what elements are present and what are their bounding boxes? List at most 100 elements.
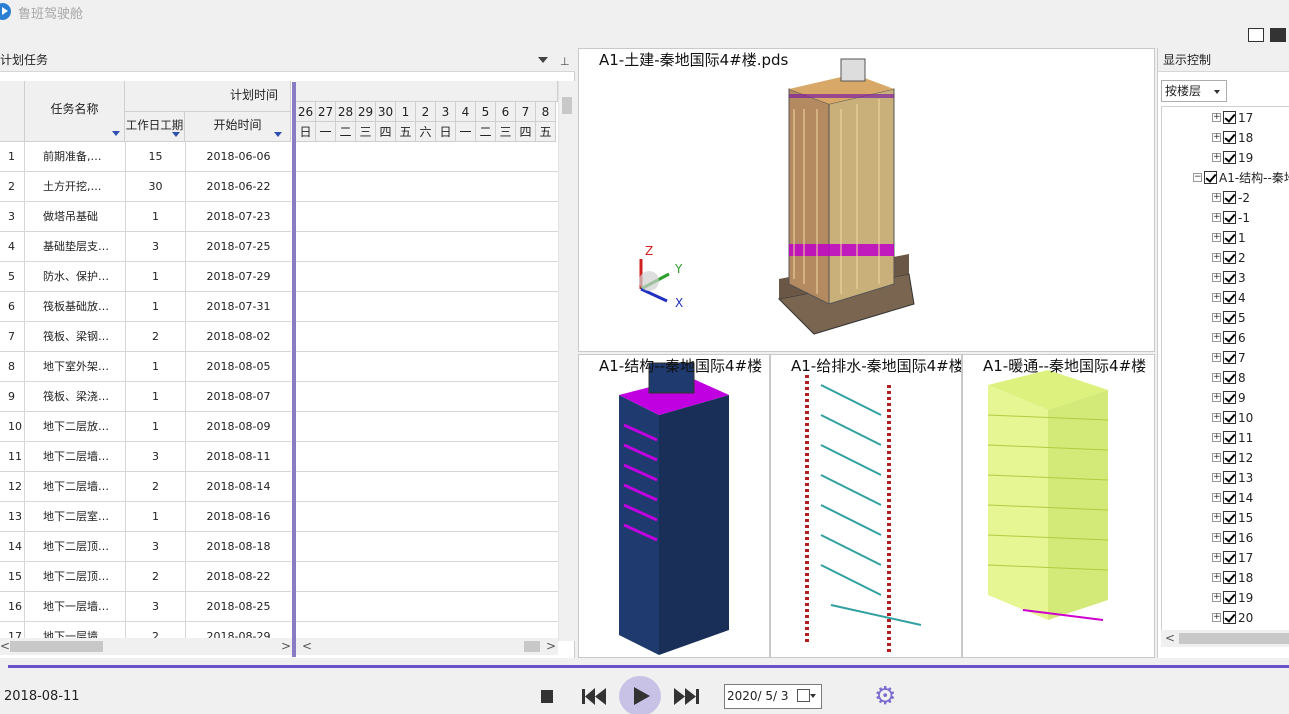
pin-icon[interactable]: ⊥ xyxy=(560,50,570,74)
start-time-header[interactable]: 开始时间 xyxy=(185,112,291,142)
scroll-left-arrow[interactable]: < xyxy=(0,640,10,652)
tree-node[interactable]: +11 xyxy=(1162,428,1289,448)
tree-checkbox[interactable] xyxy=(1223,491,1236,504)
tree-node[interactable]: +3 xyxy=(1162,268,1289,288)
tree-checkbox[interactable] xyxy=(1223,331,1236,344)
tree-checkbox[interactable] xyxy=(1223,131,1236,144)
table-gantt-splitter[interactable] xyxy=(292,82,296,657)
tree-expand-icon[interactable]: + xyxy=(1212,433,1221,442)
tree-node[interactable]: +10 xyxy=(1162,408,1289,428)
tree-expand-icon[interactable]: + xyxy=(1212,333,1221,342)
tree-expand-icon[interactable]: + xyxy=(1212,393,1221,402)
tree-expand-icon[interactable]: + xyxy=(1212,213,1221,222)
filter-dropdown-icon[interactable] xyxy=(112,131,120,136)
scroll-right-arrow[interactable]: > xyxy=(546,640,556,652)
tree-node[interactable]: +4 xyxy=(1162,288,1289,308)
table-row[interactable]: 9 筏板、梁浇… 1 2018-08-07 xyxy=(0,382,291,412)
tree-expand-icon[interactable]: + xyxy=(1212,113,1221,122)
maximize-window-button[interactable] xyxy=(1270,28,1286,42)
table-row[interactable]: 6 筏板基础放… 1 2018-07-31 xyxy=(0,292,291,322)
timeline-progress[interactable] xyxy=(8,665,1289,668)
scroll-left-arrow[interactable]: < xyxy=(302,640,312,652)
scroll-left-arrow[interactable]: < xyxy=(1165,632,1175,644)
tree-expand-icon[interactable]: + xyxy=(1212,513,1221,522)
tree-checkbox[interactable] xyxy=(1223,191,1236,204)
tree-checkbox[interactable] xyxy=(1223,451,1236,464)
tree-checkbox[interactable] xyxy=(1204,171,1217,184)
tree-checkbox[interactable] xyxy=(1223,411,1236,424)
tree-node[interactable]: +19 xyxy=(1162,148,1289,168)
tree-expand-icon[interactable]: + xyxy=(1212,253,1221,262)
tree-expand-icon[interactable]: + xyxy=(1212,533,1221,542)
tree-checkbox[interactable] xyxy=(1223,531,1236,544)
tree-checkbox[interactable] xyxy=(1223,231,1236,244)
table-row[interactable]: 14 地下二层顶… 3 2018-08-18 xyxy=(0,532,291,562)
table-row[interactable]: 12 地下二层墙… 2 2018-08-14 xyxy=(0,472,291,502)
tree-node[interactable]: +19 xyxy=(1162,588,1289,608)
table-row[interactable]: 2 土方开挖,… 30 2018-06-22 xyxy=(0,172,291,202)
tree-horizontal-scrollbar[interactable]: < xyxy=(1161,630,1289,647)
tree-node[interactable]: + -2 xyxy=(1162,188,1289,208)
tree-checkbox[interactable] xyxy=(1223,271,1236,284)
tree-checkbox[interactable] xyxy=(1223,371,1236,384)
filter-dropdown-icon[interactable] xyxy=(274,132,282,137)
gantt-horizontal-scrollbar[interactable]: < > xyxy=(296,638,558,655)
play-button[interactable] xyxy=(619,676,661,714)
tree-checkbox[interactable] xyxy=(1223,251,1236,264)
table-row[interactable]: 11 地下二层墙… 3 2018-08-11 xyxy=(0,442,291,472)
tree-expand-icon[interactable]: + xyxy=(1212,293,1221,302)
tree-expand-icon[interactable]: + xyxy=(1212,613,1221,622)
tree-expand-icon[interactable]: + xyxy=(1212,353,1221,362)
tree-checkbox[interactable] xyxy=(1223,551,1236,564)
tree-expand-icon[interactable]: + xyxy=(1212,373,1221,382)
panel-dropdown-icon[interactable] xyxy=(538,57,548,63)
chevron-down-icon[interactable] xyxy=(810,694,816,698)
tree-node[interactable]: +14 xyxy=(1162,488,1289,508)
table-row[interactable]: 7 筏板、梁钢… 2 2018-08-02 xyxy=(0,322,291,352)
tree-checkbox[interactable] xyxy=(1223,211,1236,224)
vertical-scroll-thumb[interactable] xyxy=(562,97,572,114)
tree-checkbox[interactable] xyxy=(1223,511,1236,524)
tree-node[interactable]: +7 xyxy=(1162,348,1289,368)
table-row[interactable]: 10 地下二层放… 1 2018-08-09 xyxy=(0,412,291,442)
table-row[interactable]: 16 地下一层墙… 3 2018-08-25 xyxy=(0,592,291,622)
tree-checkbox[interactable] xyxy=(1223,351,1236,364)
tree-node[interactable]: − A1-结构--秦地 xyxy=(1162,168,1289,188)
previous-button[interactable] xyxy=(582,688,608,705)
tree-checkbox[interactable] xyxy=(1223,311,1236,324)
tree-checkbox[interactable] xyxy=(1223,591,1236,604)
tree-node[interactable]: +12 xyxy=(1162,448,1289,468)
table-horizontal-scrollbar[interactable]: < > xyxy=(0,638,292,655)
table-row[interactable]: 5 防水、保护… 1 2018-07-29 xyxy=(0,262,291,292)
gantt-scroll-thumb[interactable] xyxy=(524,641,540,652)
tree-node[interactable]: +9 xyxy=(1162,388,1289,408)
tree-node[interactable]: +20 xyxy=(1162,608,1289,628)
tree-checkbox[interactable] xyxy=(1223,151,1236,164)
tree-checkbox[interactable] xyxy=(1223,611,1236,624)
stop-button[interactable] xyxy=(541,690,553,703)
tree-expand-icon[interactable]: + xyxy=(1212,233,1221,242)
tree-expand-icon[interactable]: + xyxy=(1212,573,1221,582)
tree-scroll-thumb[interactable] xyxy=(1179,633,1289,644)
tree-expand-icon[interactable]: − xyxy=(1193,173,1202,182)
tree-node[interactable]: +2 xyxy=(1162,248,1289,268)
tree-node[interactable]: +17 xyxy=(1162,108,1289,128)
tree-node[interactable]: +15 xyxy=(1162,508,1289,528)
table-row[interactable]: 8 地下室外架… 1 2018-08-05 xyxy=(0,352,291,382)
tree-node[interactable]: + -1 xyxy=(1162,208,1289,228)
gear-icon[interactable]: ⚙ xyxy=(874,683,896,709)
viewport-plumbing[interactable]: A1-给排水-秦地国际4#楼 xyxy=(770,354,962,658)
tree-node[interactable]: +18 xyxy=(1162,128,1289,148)
table-row[interactable]: 4 基础垫层支… 3 2018-07-25 xyxy=(0,232,291,262)
tree-node[interactable]: +8 xyxy=(1162,368,1289,388)
vertical-scrollbar[interactable]: ∨ xyxy=(558,81,575,683)
workdays-header[interactable]: 工作日工期 xyxy=(125,112,185,142)
task-name-header[interactable]: 任务名称 xyxy=(25,81,125,142)
tree-expand-icon[interactable]: + xyxy=(1212,153,1221,162)
filter-dropdown-icon[interactable] xyxy=(172,132,180,137)
tree-expand-icon[interactable]: + xyxy=(1212,273,1221,282)
viewport-structure[interactable]: A1-结构--秦地国际4#楼 xyxy=(578,354,770,658)
tree-checkbox[interactable] xyxy=(1223,391,1236,404)
tree-node[interactable]: +16 xyxy=(1162,528,1289,548)
tree-checkbox[interactable] xyxy=(1223,571,1236,584)
